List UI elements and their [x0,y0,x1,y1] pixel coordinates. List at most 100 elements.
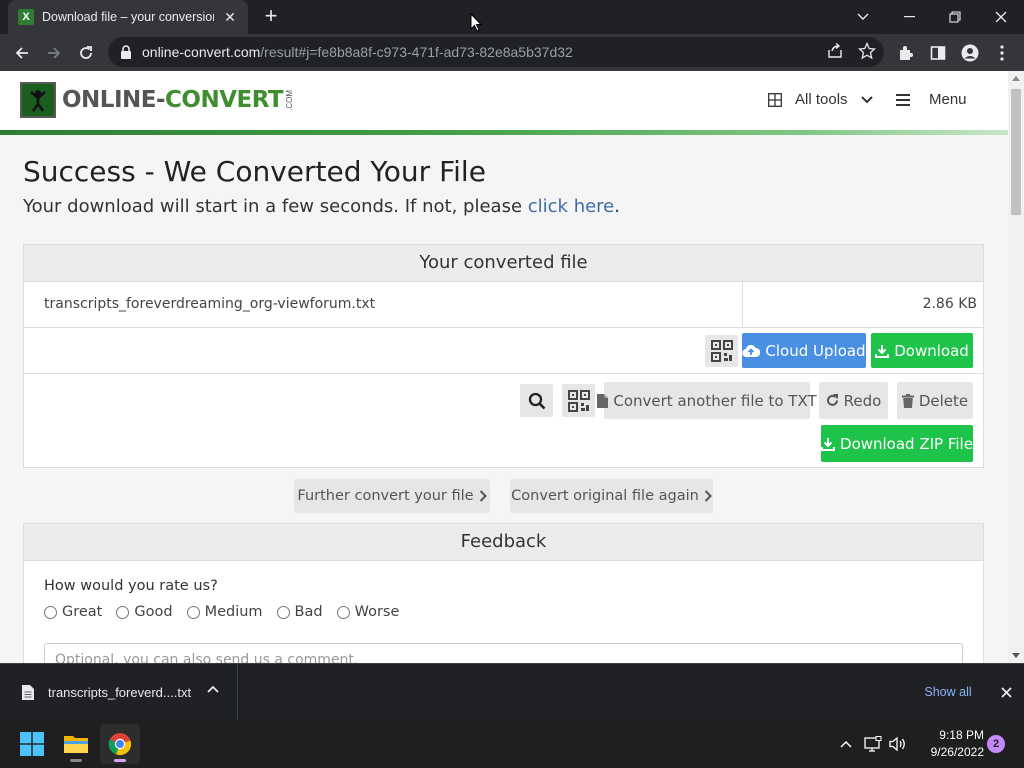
preview-button[interactable] [520,384,553,417]
back-button[interactable] [10,41,34,65]
radio-button[interactable] [186,605,200,619]
grid-icon [768,92,782,107]
profile-avatar[interactable] [959,42,981,64]
all-tools-button[interactable]: All tools [768,91,873,108]
downloaded-file-item[interactable]: transcripts_foreverd....txt [0,664,238,720]
rating-label: Bad [294,604,323,620]
header-accent-bar [0,130,1008,135]
redo-icon [826,394,838,406]
logo-online-text: ONLINE- [62,87,166,113]
download-button[interactable]: Download [871,333,973,368]
scrollbar-thumb[interactable] [1011,89,1021,215]
chevron-up-icon[interactable] [207,685,219,693]
browser-title-bar: X Download file – your conversion ✕ + [0,0,1024,34]
chrome-taskbar-button[interactable] [100,724,140,764]
scroll-up-arrow-icon[interactable] [1012,76,1020,81]
new-tab-button[interactable]: + [260,5,282,27]
convert-another-button[interactable]: Convert another file to TXT [597,382,817,419]
chevron-right-icon [704,490,712,502]
rating-option-great[interactable]: Great [44,604,102,620]
redo-button[interactable]: Redo [819,382,888,419]
file-explorer-button[interactable] [56,724,96,764]
feedback-card: Feedback How would you rate us? Great Go… [23,523,984,663]
minimize-button[interactable] [886,0,932,34]
download-zip-button[interactable]: Download ZIP File [821,425,973,462]
clock-time: 9:18 PM [939,728,984,742]
converted-file-header: Your converted file [24,245,983,282]
convert-original-label: Convert original file again [511,488,699,504]
file-size: 2.86 KB [922,296,977,312]
download-label: Download [894,341,969,360]
taskbar-running-indicator [70,759,82,762]
click-here-link[interactable]: click here [528,196,615,217]
rating-option-medium[interactable]: Medium [186,604,263,620]
further-convert-label: Further convert your file [297,488,474,504]
bookmark-star-icon[interactable] [858,42,876,60]
rating-option-good[interactable]: Good [116,604,173,620]
close-shelf-icon[interactable] [996,682,1016,702]
browser-menu-icon[interactable] [991,42,1013,64]
logo-convert-text: CONVERT [165,87,284,113]
feedback-header: Feedback [24,524,983,561]
converted-file-card: Your converted file transcripts_foreverd… [23,244,984,468]
extensions-icon[interactable] [895,42,917,64]
cloud-upload-button[interactable]: Cloud Upload [742,333,866,368]
browser-tab[interactable]: X Download file – your conversion ✕ [8,0,248,34]
forward-button[interactable] [42,41,66,65]
restore-button[interactable] [932,0,978,34]
url-text: online-convert.com/result#j=fe8b8a8f-c97… [142,44,573,60]
notification-badge[interactable]: 2 [987,735,1005,753]
rating-option-worse[interactable]: Worse [336,604,399,620]
menu-button[interactable]: Menu [896,91,967,108]
radio-button[interactable] [336,605,350,619]
search-icon [528,392,545,409]
site-header: ONLINE-CONVERT .COM All tools Menu [0,71,1008,135]
chevron-down-icon [860,95,873,103]
scroll-down-arrow-icon[interactable] [1012,653,1020,658]
page-subtitle: Your download will start in a few second… [23,196,620,217]
show-hidden-icons-chevron-icon[interactable] [836,734,856,754]
tab-close-icon[interactable]: ✕ [222,9,238,26]
url-domain: online-convert.com [142,44,261,60]
radio-button[interactable] [44,605,57,619]
file-name[interactable]: transcripts_foreverdreaming_org-viewforu… [44,296,375,312]
logo-com-text: .COM [285,89,295,111]
comment-textarea[interactable]: Optional, you can also send us a comment… [44,643,963,663]
radio-button[interactable] [116,605,130,619]
convert-original-button[interactable]: Convert original file again [510,479,713,513]
page-scrollbar[interactable] [1008,71,1024,663]
radio-button[interactable] [276,605,290,619]
chrome-icon [108,733,132,756]
start-button[interactable] [12,724,52,764]
qr-code-button-2[interactable] [562,384,595,417]
network-icon[interactable] [863,734,883,754]
rating-options: Great Good Medium Bad Worse [44,604,399,620]
close-window-button[interactable] [978,0,1024,34]
address-bar[interactable]: online-convert.com/result#j=fe8b8a8f-c97… [108,37,884,67]
mouse-cursor-icon [470,13,482,32]
download-actions-row: Cloud Upload Download [24,328,983,374]
document-icon [22,684,34,700]
comment-placeholder: Optional, you can also send us a comment… [55,652,359,663]
trash-icon [901,393,914,408]
download-zip-label: Download ZIP File [840,434,973,453]
convert-another-label: Convert another file to TXT [613,391,817,410]
file-icon [597,393,609,408]
volume-icon[interactable] [888,734,908,754]
site-logo[interactable]: ONLINE-CONVERT .COM [20,82,294,118]
rating-label: Medium [204,604,263,620]
taskbar-clock[interactable]: 9:18 PM 9/26/2022 [916,727,984,761]
qr-code-button[interactable] [705,335,738,367]
lock-icon[interactable] [120,45,132,59]
taskbar-active-indicator [114,759,126,762]
file-row: transcripts_foreverdreaming_org-viewforu… [24,282,983,328]
share-icon[interactable] [826,42,844,60]
delete-button[interactable]: Delete [897,382,973,419]
side-panel-icon[interactable] [927,42,949,64]
more-actions-row: Convert another file to TXT Redo Delete … [24,374,983,468]
reload-button[interactable] [74,41,98,65]
tab-search-icon[interactable] [840,0,886,34]
further-convert-button[interactable]: Further convert your file [294,479,490,513]
show-all-button[interactable]: Show all [912,680,984,704]
rating-option-bad[interactable]: Bad [276,604,323,620]
